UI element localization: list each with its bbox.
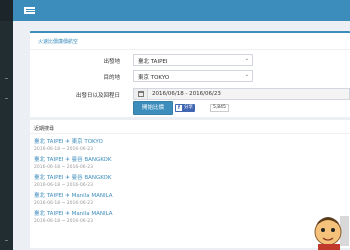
sidebar-item-marker[interactable] [5, 98, 8, 99]
mascot-watermark-icon [314, 216, 349, 250]
list-item: 臺北 TAIPEI ✈ 東京 TOKYO 2016-06-18 ~ 2016-0… [34, 137, 103, 152]
list-item: 臺北 TAIPEI ✈ 曼谷 BANGKOK 2016-06-18 ~ 2016… [34, 155, 112, 170]
date-range-value: 2016/06/18 - 2016/06/23 [152, 91, 221, 97]
hamburger-icon[interactable] [24, 4, 38, 16]
chevron-down-icon: ⌄ [244, 72, 249, 78]
recent-route-dates: 2016-06-18 ~ 2016-06-23 [34, 201, 93, 206]
origin-select[interactable]: 臺北 TAIPEI ⌄ [133, 54, 253, 66]
recent-route-dates: 2016-06-18 ~ 2016-06-23 [34, 183, 93, 188]
calendar-icon [138, 91, 144, 97]
top-navbar [13, 0, 350, 21]
origin-value: 臺北 TAIPEI [138, 59, 168, 65]
recent-route-link[interactable]: 臺北 TAIPEI ✈ Manila MANILA [34, 191, 113, 199]
destination-value: 東京 TOKYO [138, 75, 170, 81]
chevron-down-icon: ⌄ [244, 56, 249, 62]
destination-select[interactable]: 東京 TOKYO ⌄ [133, 70, 253, 82]
facebook-icon: f [176, 105, 182, 111]
recent-searches: 近期搜尋 臺北 TAIPEI ✈ 東京 TOKYO 2016-06-18 ~ 2… [30, 120, 350, 248]
sidebar-logo-area [0, 0, 13, 21]
origin-label: 出發地 [103, 59, 120, 65]
share-count: 5,845 [210, 104, 229, 112]
sidebar [0, 0, 13, 250]
sidebar-item-marker[interactable] [5, 240, 8, 241]
destination-label: 目的地 [103, 75, 120, 81]
date-range-input[interactable]: 2016/06/18 - 2016/06/23 [133, 88, 350, 100]
recent-route-link[interactable]: 臺北 TAIPEI ✈ Manila MANILA [34, 209, 113, 217]
calendar-addon [134, 89, 148, 99]
recent-route-dates: 2016-06-18 ~ 2016-06-23 [34, 219, 93, 224]
dates-label: 出發日以及回程日 [75, 93, 120, 99]
recent-route-dates: 2016-06-18 ~ 2016-06-23 [34, 165, 93, 170]
list-item: 臺北 TAIPEI ✈ Manila MANILA 2016-06-18 ~ 2… [34, 191, 113, 206]
facebook-share-button[interactable]: f 分享 [175, 104, 195, 112]
recent-route-dates: 2016-06-18 ~ 2016-06-23 [34, 147, 93, 152]
form-title: 火速比價廉價航空 [38, 39, 79, 45]
list-item: 臺北 TAIPEI ✈ 曼谷 BANGKOK 2016-06-18 ~ 2016… [34, 173, 112, 188]
sidebar-item-marker[interactable] [5, 78, 8, 79]
divider [30, 49, 350, 50]
recent-title: 近期搜尋 [34, 126, 55, 132]
list-item: 臺北 TAIPEI ✈ Manila MANILA 2016-06-18 ~ 2… [34, 209, 113, 224]
recent-route-link[interactable]: 臺北 TAIPEI ✈ 曼谷 BANGKOK [34, 173, 112, 181]
recent-route-link[interactable]: 臺北 TAIPEI ✈ 東京 TOKYO [34, 137, 103, 145]
flight-search-form: 火速比價廉價航空 出發地 臺北 TAIPEI ⌄ 目的地 東京 TOKYO ⌄ … [30, 31, 350, 117]
divider [30, 133, 350, 134]
recent-route-link[interactable]: 臺北 TAIPEI ✈ 曼谷 BANGKOK [34, 155, 112, 163]
share-label: 分享 [184, 105, 193, 110]
search-button[interactable]: 開始比價 [133, 101, 173, 115]
